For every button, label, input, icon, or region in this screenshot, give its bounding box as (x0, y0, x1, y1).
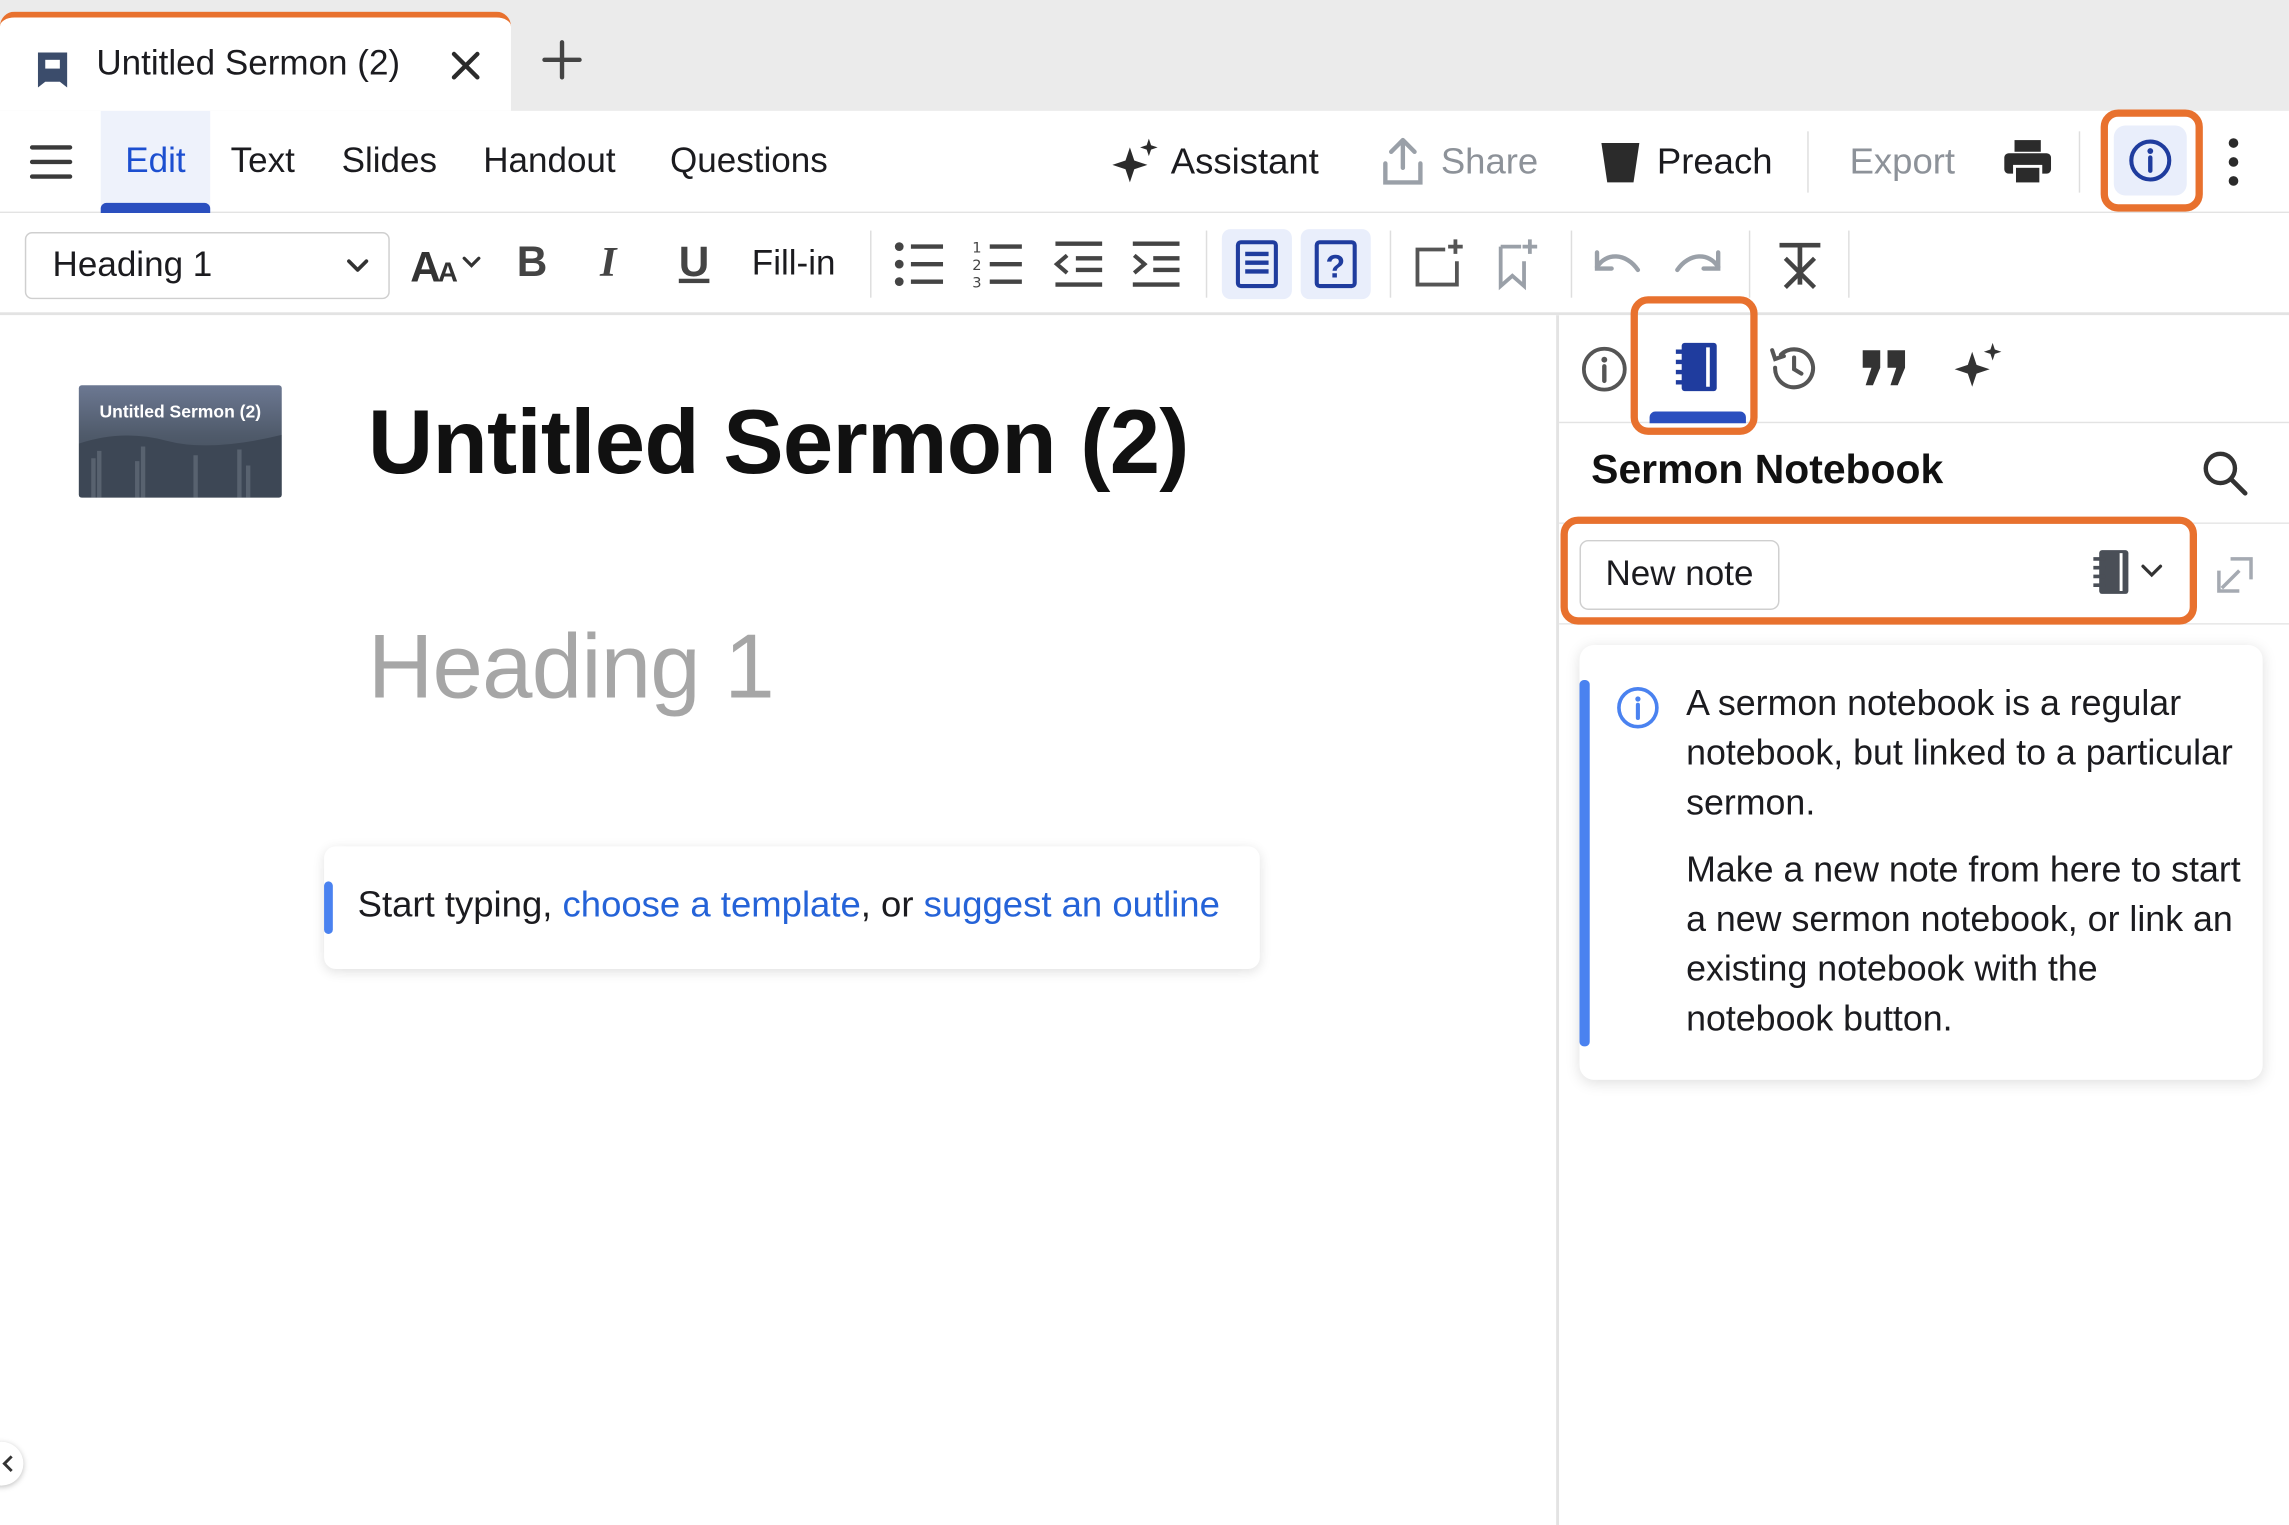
close-tab-icon[interactable] (447, 44, 485, 88)
svg-text:1: 1 (972, 239, 981, 256)
sidebar-collapse-handle[interactable] (0, 1441, 24, 1486)
tab-strip: Untitled Sermon (2) (0, 0, 2289, 111)
side-panel: Sermon Notebook New note A sermon notebo… (1556, 315, 2289, 1525)
card-accent-bar (1579, 680, 1590, 1047)
paragraph-style-value: Heading 1 (52, 245, 213, 285)
search-icon[interactable] (2201, 449, 2248, 496)
svg-text:2: 2 (972, 257, 981, 274)
slide-text-toggle[interactable] (1221, 229, 1292, 300)
highlight-notebook-tab (1630, 296, 1758, 435)
menu-slides[interactable]: Slides (342, 111, 437, 213)
notebook-info-card: A sermon notebook is a regular notebook,… (1579, 645, 2263, 1080)
toolbar-divider (1570, 230, 1573, 298)
sermon-thumbnail[interactable]: Untitled Sermon (2) (78, 385, 282, 498)
toolbar-divider (1389, 230, 1392, 298)
svg-text:?: ? (1325, 248, 1345, 284)
export-button[interactable]: Export (1850, 111, 1955, 213)
toolbar-divider (870, 230, 872, 298)
chevron-down-icon (345, 254, 371, 277)
toolbar-divider (1748, 230, 1751, 298)
add-slide-icon[interactable] (1413, 238, 1466, 291)
highlight-new-note-row (1560, 516, 2197, 625)
toolbar-divider (1848, 230, 1850, 298)
assistant-sparkle-icon (1112, 138, 1159, 186)
document-tab[interactable]: Untitled Sermon (2) (0, 11, 511, 111)
suggest-outline-link[interactable]: suggest an outline (924, 884, 1220, 925)
indent-icon[interactable] (1130, 238, 1183, 291)
quotes-tab-icon[interactable] (1860, 347, 1910, 388)
start-typing-card: Start typing, choose a template, or sugg… (324, 846, 1260, 969)
add-bookmark-icon[interactable] (1495, 238, 1542, 291)
main-toolbar: Edit Text Slides Handout Questions Assis… (0, 110, 2289, 214)
paragraph-style-select[interactable]: Heading 1 (24, 232, 390, 300)
bold-button[interactable]: B (517, 233, 548, 291)
underline-button[interactable]: U (679, 233, 710, 291)
panel-title: Sermon Notebook (1591, 446, 1944, 492)
start-typing-text: Start typing, choose a template, or sugg… (358, 884, 1220, 926)
active-menu-indicator (100, 202, 211, 214)
format-toolbar: Heading 1 AA B I U Fill-in 123 ? (0, 213, 2289, 316)
italic-button[interactable]: I (600, 233, 616, 291)
info-paragraph-2: Make a new note from here to start a new… (1686, 850, 2241, 1040)
menu-questions[interactable]: Questions (670, 111, 828, 213)
pop-out-icon[interactable] (2213, 553, 2257, 597)
card-accent-bar (324, 881, 333, 934)
menu-handout[interactable]: Handout (483, 111, 615, 213)
fill-in-button[interactable]: Fill-in (752, 235, 836, 293)
menu-text[interactable]: Text (231, 111, 295, 213)
redo-icon[interactable] (1671, 238, 1724, 291)
toolbar-divider (1205, 230, 1208, 298)
svg-text:A: A (438, 257, 458, 288)
choose-template-link[interactable]: choose a template (563, 884, 861, 925)
new-tab-plus-icon[interactable] (540, 38, 584, 82)
hamburger-menu-icon[interactable] (29, 142, 73, 183)
toolbar-divider (1807, 131, 1809, 193)
thumbnail-title: Untitled Sermon (2) (99, 401, 262, 422)
clear-formatting-icon[interactable] (1774, 238, 1827, 291)
menu-edit[interactable]: Edit (100, 110, 211, 214)
document-tab-title: Untitled Sermon (2) (96, 43, 401, 84)
question-toggle[interactable]: ? (1300, 229, 1371, 300)
pulpit-icon (1600, 140, 1641, 184)
highlight-info-button (2100, 109, 2203, 212)
history-tab-icon[interactable] (1766, 341, 1819, 394)
info-paragraph-1: A sermon notebook is a regular notebook,… (1686, 684, 2233, 824)
info-icon (1615, 684, 1662, 731)
assistant-tab-sparkle-icon[interactable] (1953, 341, 2003, 391)
undo-icon[interactable] (1591, 238, 1644, 291)
document-title[interactable]: Untitled Sermon (2) (368, 391, 1190, 495)
share-button[interactable]: Share (1441, 111, 1538, 213)
heading-placeholder[interactable]: Heading 1 (368, 616, 775, 720)
bullet-list-icon[interactable] (893, 238, 946, 291)
numbered-list-icon[interactable]: 123 (972, 238, 1025, 290)
print-icon[interactable] (2003, 139, 2053, 186)
svg-text:3: 3 (972, 274, 981, 290)
outdent-icon[interactable] (1053, 238, 1106, 291)
start-separator: , or (860, 884, 924, 926)
preach-button[interactable]: Preach (1657, 111, 1773, 213)
info-tab-icon[interactable] (1580, 344, 1630, 394)
editor-area[interactable]: Untitled Sermon (2) Untitled Sermon (2) … (0, 315, 1557, 1525)
sermon-doc-icon (35, 50, 70, 91)
toolbar-divider (2078, 131, 2081, 193)
share-upload-icon (1381, 137, 1425, 187)
more-options-icon[interactable] (2216, 137, 2251, 187)
start-prefix: Start typing, (357, 884, 563, 926)
font-size-icon[interactable]: AA (410, 242, 489, 289)
svg-text:A: A (410, 244, 441, 289)
assistant-button[interactable]: Assistant (1171, 111, 1319, 213)
